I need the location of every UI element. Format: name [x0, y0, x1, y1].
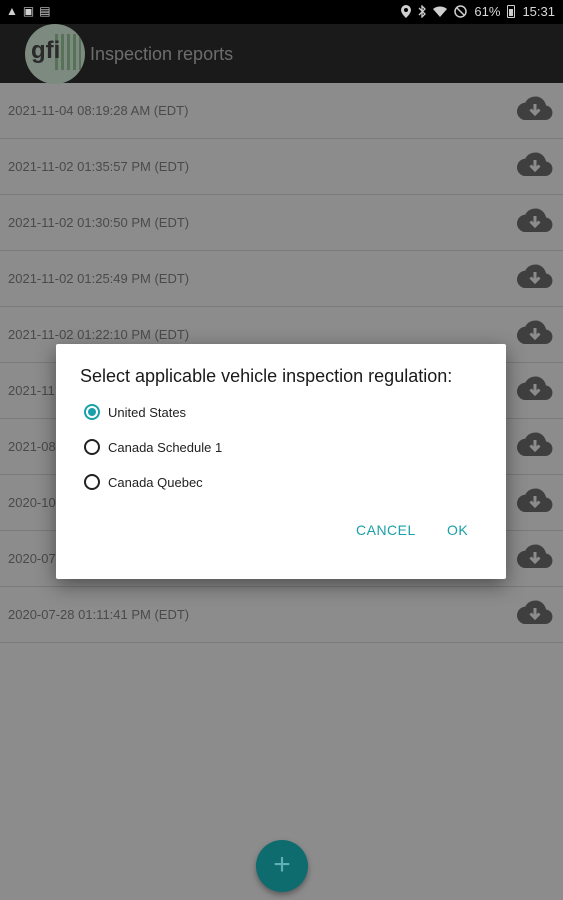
report-date: 2021-08	[8, 439, 56, 454]
bluetooth-icon	[418, 5, 427, 18]
cloud-download-icon[interactable]	[515, 93, 555, 125]
report-row[interactable]: 2020-07-28 01:11:41 PM (EDT)	[0, 587, 563, 643]
report-date: 2020-07	[8, 551, 56, 566]
document-icon: ▤	[39, 4, 51, 18]
radio-option-canada-schedule-1[interactable]: Canada Schedule 1	[84, 435, 222, 459]
radio-button[interactable]	[84, 439, 100, 455]
report-row[interactable]: 2021-11-02 01:25:49 PM (EDT)	[0, 251, 563, 307]
cloud-download-icon[interactable]	[515, 373, 555, 405]
do-not-disturb-icon	[454, 5, 468, 18]
ok-button[interactable]: OK	[447, 522, 468, 538]
cloud-download-icon[interactable]	[515, 317, 555, 349]
clock: 15:31	[522, 4, 555, 19]
report-date: 2021-11-02 01:35:57 PM (EDT)	[8, 159, 190, 174]
report-date: 2021-11	[8, 383, 55, 398]
radio-button[interactable]	[84, 404, 100, 420]
cloud-download-icon[interactable]	[515, 261, 555, 293]
wifi-icon	[433, 5, 448, 17]
status-bar: ▲ ▣ ▤ 61% 15:31	[0, 0, 563, 24]
cloud-download-icon[interactable]	[515, 485, 555, 517]
app-bar: gfi Inspection reports	[0, 24, 563, 84]
report-date: 2021-11-02 01:25:49 PM (EDT)	[8, 271, 190, 286]
status-left-icons: ▲ ▣ ▤	[6, 4, 51, 18]
battery-percent: 61%	[474, 4, 501, 19]
location-icon	[401, 5, 412, 18]
cloud-download-icon[interactable]	[515, 429, 555, 461]
report-row[interactable]: 2021-11-02 01:35:57 PM (EDT)	[0, 139, 563, 195]
radio-button[interactable]	[84, 474, 100, 490]
image-icon: ▣	[22, 4, 35, 18]
cancel-button[interactable]: CANCEL	[356, 522, 416, 538]
report-date: 2021-11-02 01:30:50 PM (EDT)	[8, 215, 190, 230]
cloud-download-icon[interactable]	[515, 597, 555, 629]
gfi-logo: gfi	[25, 24, 85, 84]
warning-icon: ▲	[6, 4, 18, 18]
radio-label: Canada Quebec	[108, 474, 203, 490]
report-row[interactable]: 2021-11-02 01:30:50 PM (EDT)	[0, 195, 563, 251]
cloud-download-icon[interactable]	[515, 541, 555, 573]
radio-label: United States	[108, 404, 187, 420]
cloud-download-icon[interactable]	[515, 149, 555, 181]
radio-label: Canada Schedule 1	[108, 439, 223, 455]
add-report-button[interactable]: +	[256, 840, 308, 892]
radio-option-united-states[interactable]: United States	[84, 400, 186, 424]
logo-text: gfi	[31, 37, 61, 64]
report-row[interactable]: 2021-11-04 08:19:28 AM (EDT)	[0, 83, 563, 139]
radio-option-canada-quebec[interactable]: Canada Quebec	[84, 470, 203, 494]
status-right-icons: 61% 15:31	[401, 4, 555, 19]
regulation-dialog: Select applicable vehicle inspection reg…	[56, 344, 506, 579]
dialog-title: Select applicable vehicle inspection reg…	[80, 366, 453, 386]
report-date: 2020-10	[8, 495, 56, 510]
cloud-download-icon[interactable]	[515, 205, 555, 237]
report-date: 2020-07-28 01:11:41 PM (EDT)	[8, 607, 190, 622]
report-date: 2021-11-04 08:19:28 AM (EDT)	[8, 103, 189, 118]
battery-icon	[507, 5, 516, 18]
page-title: Inspection reports	[90, 44, 234, 64]
report-date: 2021-11-02 01:22:10 PM (EDT)	[8, 327, 190, 342]
